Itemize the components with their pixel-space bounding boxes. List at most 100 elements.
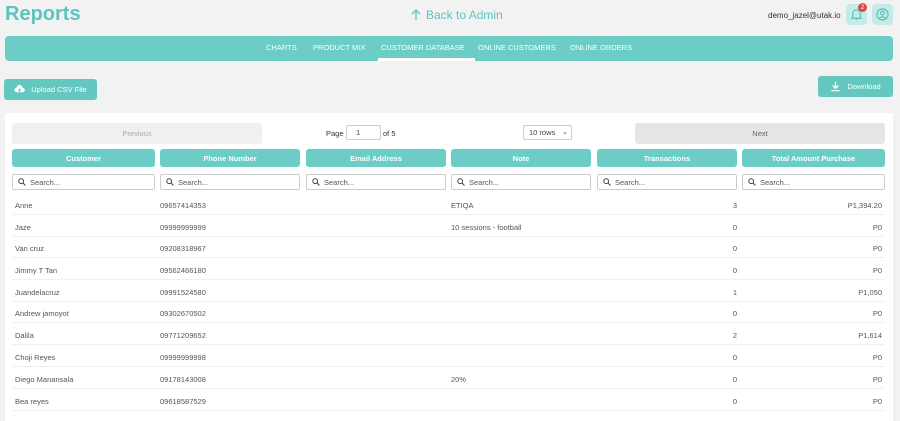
- search-customer-input[interactable]: Search...: [12, 174, 155, 190]
- cell-customer: Jaze: [15, 223, 31, 232]
- cell-customer: Choji Reyes: [15, 353, 56, 362]
- cell-total: P0: [872, 266, 882, 275]
- search-placeholder: Search...: [615, 177, 646, 187]
- column-header-transactions[interactable]: Transactions: [597, 149, 737, 167]
- nav-online-orders[interactable]: ONLINE ORDERS: [570, 43, 632, 52]
- cell-transactions: 2: [732, 331, 737, 340]
- user-email: demo_jazel@utak.io: [768, 11, 841, 20]
- search-placeholder: Search...: [469, 177, 500, 187]
- cell-note: 20%: [451, 375, 467, 384]
- search-phone-input[interactable]: Search...: [160, 174, 300, 190]
- search-icon: [312, 178, 320, 186]
- cell-phone: 09618587529: [160, 397, 206, 406]
- top-header: Reports Back to Admin demo_jazel@utak.io…: [0, 0, 900, 34]
- cell-customer: Anne: [15, 201, 33, 210]
- user-circle-icon: [876, 8, 889, 21]
- table-row[interactable]: Jaze 09999999999 10 sessions - football …: [12, 216, 885, 237]
- search-icon: [18, 178, 26, 186]
- download-button[interactable]: Download: [818, 76, 893, 97]
- table-row[interactable]: Jimmy T Tan 09562466180 0 P0: [12, 259, 885, 280]
- cell-transactions: 0: [732, 397, 737, 406]
- column-header-phone[interactable]: Phone Number: [160, 149, 300, 167]
- cell-customer: Diego Manansala: [15, 375, 74, 384]
- table-row[interactable]: Dalila 09771209652 2 P1,614: [12, 324, 885, 345]
- page-title: Reports: [5, 3, 81, 25]
- back-to-admin-label: Back to Admin: [426, 8, 503, 22]
- column-header-customer[interactable]: Customer: [12, 149, 155, 167]
- cell-total: P1,050: [858, 288, 882, 297]
- cell-phone: 09178143008: [160, 375, 206, 384]
- cell-phone: 09991524580: [160, 288, 206, 297]
- rows-per-page-select[interactable]: 10 rows ⌄: [523, 125, 572, 140]
- cell-phone: 09302670502: [160, 309, 206, 318]
- column-header-total[interactable]: Total Amount Purchase: [742, 149, 885, 167]
- cell-total: P0: [872, 309, 882, 318]
- arrow-up-icon: [411, 9, 421, 20]
- column-header-note[interactable]: Note: [451, 149, 591, 167]
- nav-customer-database[interactable]: CUSTOMER DATABASE: [381, 43, 465, 52]
- cell-total: P1,394.20: [847, 201, 882, 210]
- table-row[interactable]: Bea reyes 09618587529 0 P0: [12, 390, 885, 411]
- cell-transactions: 0: [732, 353, 737, 362]
- cell-transactions: 0: [732, 244, 737, 253]
- page-total-label: of 5: [383, 129, 396, 138]
- cell-phone: 09999999998: [160, 353, 206, 362]
- profile-button[interactable]: [872, 4, 893, 25]
- cell-total: P0: [872, 244, 882, 253]
- table-row[interactable]: Andrew jamoyot 09302670502 0 P0: [12, 302, 885, 323]
- cell-phone: 09771209652: [160, 331, 206, 340]
- cell-transactions: 0: [732, 309, 737, 318]
- cell-phone: 09657414353: [160, 201, 206, 210]
- download-label: Download: [847, 82, 881, 91]
- cell-total: P0: [872, 375, 882, 384]
- search-placeholder: Search...: [178, 177, 209, 187]
- table-row[interactable]: Juandelacruz 09991524580 1 P1,050: [12, 281, 885, 302]
- search-placeholder: Search...: [324, 177, 355, 187]
- cell-total: P0: [872, 397, 882, 406]
- table-row[interactable]: Diego Manansala 09178143008 20% 0 P0: [12, 368, 885, 389]
- table-row[interactable]: Choji Reyes 09999999998 0 P0: [12, 346, 885, 367]
- upload-csv-button[interactable]: Upload CSV File: [4, 79, 97, 100]
- notification-badge: 2: [858, 3, 867, 12]
- cell-transactions: 1: [732, 288, 737, 297]
- nav-charts[interactable]: CHARTS: [266, 43, 297, 52]
- nav-product-mix[interactable]: PRODUCT MIX: [313, 43, 365, 52]
- rows-per-page-value: 10 rows: [529, 128, 556, 137]
- search-icon: [457, 178, 465, 186]
- cell-transactions: 0: [732, 266, 737, 275]
- table-row[interactable]: Van cruz 09208318967 0 P0: [12, 237, 885, 258]
- cell-total: P1,614: [858, 331, 882, 340]
- cloud-upload-icon: [14, 84, 26, 93]
- column-header-email[interactable]: Email Address: [306, 149, 446, 167]
- upload-csv-label: Upload CSV File: [31, 85, 87, 94]
- nav-online-customers[interactable]: ONLINE CUSTOMERS: [478, 43, 556, 52]
- cell-customer: Van cruz: [15, 244, 45, 253]
- cell-customer: Dalila: [15, 331, 34, 340]
- table-row[interactable]: Anne 09657414353 ETIQA 3 P1,394.20: [12, 194, 885, 215]
- cell-customer: Bea reyes: [15, 397, 49, 406]
- page-number-input[interactable]: 1: [346, 125, 381, 140]
- cell-total: P0: [872, 223, 882, 232]
- page-label: Page: [326, 129, 344, 138]
- reports-navbar: CHARTS PRODUCT MIX CUSTOMER DATABASE ONL…: [5, 36, 893, 61]
- cell-phone: 09999999999: [160, 223, 206, 232]
- cell-transactions: 0: [732, 375, 737, 384]
- next-page-button[interactable]: Next: [635, 123, 885, 144]
- cell-note: ETIQA: [451, 201, 474, 210]
- cell-customer: Andrew jamoyot: [15, 309, 69, 318]
- cell-transactions: 3: [732, 201, 737, 210]
- nav-active-indicator: [378, 58, 475, 61]
- search-placeholder: Search...: [30, 177, 61, 187]
- search-note-input[interactable]: Search...: [451, 174, 591, 190]
- cell-phone: 09562466180: [160, 266, 206, 275]
- search-icon: [748, 178, 756, 186]
- chevron-down-icon: ⌄: [562, 129, 568, 136]
- previous-page-button[interactable]: Previous: [12, 123, 262, 144]
- back-to-admin-link[interactable]: Back to Admin: [411, 8, 503, 22]
- cell-note: 10 sessions - football: [451, 223, 522, 232]
- cell-customer: Juandelacruz: [15, 288, 60, 297]
- search-transactions-input[interactable]: Search...: [597, 174, 737, 190]
- search-email-input[interactable]: Search...: [306, 174, 446, 190]
- cell-customer: Jimmy T Tan: [15, 266, 58, 275]
- search-total-input[interactable]: Search...: [742, 174, 885, 190]
